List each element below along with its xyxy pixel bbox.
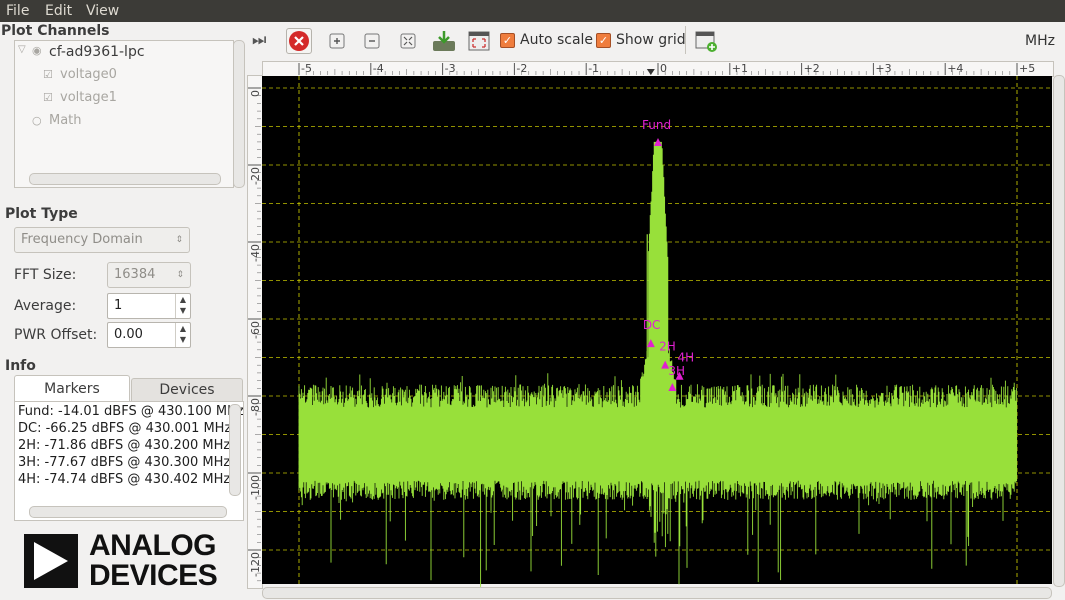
average-value: 1	[114, 298, 123, 313]
plot-type-header: Plot Type	[5, 206, 78, 222]
pwr-offset-value: 0.00	[114, 327, 143, 342]
marker-label: 3H	[668, 364, 685, 378]
spectrum-plot[interactable]: -5 -4 -3 -2 -1 0 +1 +2 +3 +4 +50-20-40-60-80-100-1…	[247, 61, 1057, 589]
info-hscrollbar[interactable]	[29, 506, 227, 518]
zoom-in-button[interactable]	[324, 28, 350, 54]
toolbar-separator	[685, 26, 686, 54]
menu-view[interactable]: View	[86, 3, 119, 19]
radio-icon[interactable]: ○	[32, 114, 42, 127]
stop-button[interactable]	[286, 28, 312, 54]
marker-label: 4H	[678, 351, 695, 365]
average-spinbox[interactable]: 1 ▲ ▼	[107, 293, 191, 319]
x-tick-label: -3	[445, 62, 456, 75]
analog-devices-logo-text: ANALOG DEVICES	[89, 529, 218, 592]
frequency-unit-label: MHz	[1025, 33, 1055, 49]
marker-line: 2H: -71.86 dBFS @ 430.200 MHz	[18, 438, 231, 453]
show-grid-checkbox[interactable]: ✓	[596, 33, 611, 48]
zoom-out-icon	[364, 33, 380, 49]
tab-markers[interactable]: Markers	[14, 375, 130, 402]
show-grid-label[interactable]: Show grid	[616, 32, 686, 48]
average-label: Average:	[14, 298, 77, 314]
checkbox-icon[interactable]: ☑	[43, 91, 53, 104]
info-header: Info	[5, 358, 36, 374]
x-tick-label: +5	[1019, 62, 1035, 75]
x-tick-label: +4	[947, 62, 963, 75]
zoom-out-button[interactable]	[359, 28, 385, 54]
ruler-marker-icon	[646, 69, 655, 75]
marker-line: DC: -66.25 dBFS @ 430.001 MHz	[18, 421, 232, 436]
logo-line1: ANALOG	[89, 529, 217, 562]
plot-vscrollbar[interactable]	[1053, 75, 1065, 587]
x-tick-label: +2	[804, 62, 820, 75]
menu-edit[interactable]: Edit	[45, 3, 72, 19]
analog-devices-logo-mark	[24, 534, 78, 588]
tree-vscrollbar[interactable]	[233, 40, 245, 188]
stop-icon	[289, 31, 309, 51]
menu-file[interactable]: File	[6, 3, 29, 19]
x-tick-label: -4	[373, 62, 384, 75]
spin-arrows-icon: ⇕	[175, 235, 183, 245]
fullscreen-button[interactable]	[466, 28, 492, 54]
spin-arrows-icon: ⇕	[176, 270, 184, 280]
y-tick-label: -20	[249, 167, 262, 185]
save-button[interactable]	[430, 28, 456, 54]
info-vscrollbar[interactable]	[229, 404, 241, 496]
x-tick-label: -5	[301, 62, 312, 75]
spin-arrows-icon[interactable]: ▲ ▼	[175, 323, 190, 347]
pwr-offset-label: PWR Offset:	[14, 327, 98, 343]
y-tick-label: -80	[249, 398, 262, 416]
marker-label: Fund	[642, 118, 671, 132]
auto-scale-label[interactable]: Auto scale	[520, 32, 593, 48]
zoom-fit-icon	[400, 33, 416, 49]
marker-line: 3H: -77.67 dBFS @ 430.300 MHz	[18, 455, 231, 470]
tab-devices[interactable]: Devices	[131, 378, 243, 402]
tree-hscrollbar[interactable]	[29, 173, 221, 185]
tree-item-voltage1[interactable]: voltage1	[60, 90, 117, 105]
auto-scale-checkbox[interactable]: ✓	[500, 33, 515, 48]
plot-channels-header: Plot Channels	[1, 23, 110, 39]
menu-bar: File Edit View	[0, 0, 1065, 22]
x-tick-label: -1	[588, 62, 599, 75]
tree-item-math[interactable]: Math	[49, 113, 82, 128]
fft-size-value: 16384	[114, 267, 156, 282]
zoom-fit-button[interactable]	[395, 28, 421, 54]
radio-icon[interactable]: ◉	[32, 44, 42, 57]
plot-type-select[interactable]: Frequency Domain ⇕	[14, 227, 190, 253]
tree-item-device[interactable]: cf-ad9361-lpc	[49, 44, 145, 60]
x-tick-label: 0	[660, 62, 667, 75]
y-tick-label: -40	[249, 244, 262, 262]
marker-label: 2H	[659, 340, 676, 354]
markers-info-box: Fund: -14.01 dBFS @ 430.100 MHz DC: -66.…	[14, 401, 244, 521]
x-tick-label: +3	[875, 62, 891, 75]
marker-line: Fund: -14.01 dBFS @ 430.100 MHz	[18, 404, 244, 419]
channel-tree: ▽ ◉ cf-ad9361-lpc ☑ voltage0 ☑ voltage1 …	[14, 40, 234, 188]
x-tick-label: -2	[516, 62, 527, 75]
x-tick-label: +1	[732, 62, 748, 75]
plot-hscrollbar[interactable]	[262, 587, 1052, 599]
save-icon	[433, 31, 455, 51]
fft-size-select[interactable]: 16384 ⇕	[107, 262, 191, 288]
zoom-in-icon	[329, 33, 345, 49]
tree-item-voltage0[interactable]: voltage0	[60, 67, 117, 82]
logo-line2: DEVICES	[89, 559, 218, 592]
new-plot-button[interactable]	[693, 28, 719, 54]
plot-type-value: Frequency Domain	[21, 232, 143, 247]
spin-arrows-icon[interactable]: ▲ ▼	[175, 294, 190, 318]
fullscreen-icon	[468, 31, 490, 51]
run-icon[interactable]: ⏭	[252, 30, 266, 50]
marker-label: DC	[643, 318, 661, 332]
new-window-icon	[695, 31, 717, 52]
checkbox-icon[interactable]: ☑	[43, 68, 53, 81]
expander-icon[interactable]: ▽	[18, 44, 26, 55]
logo-triangle-icon	[34, 542, 68, 580]
marker-line: 4H: -74.74 dBFS @ 430.402 MHz	[18, 472, 231, 487]
fft-size-label: FFT Size:	[14, 267, 77, 283]
y-tick-label: -60	[249, 321, 262, 339]
pwr-offset-spinbox[interactable]: 0.00 ▲ ▼	[107, 322, 191, 348]
